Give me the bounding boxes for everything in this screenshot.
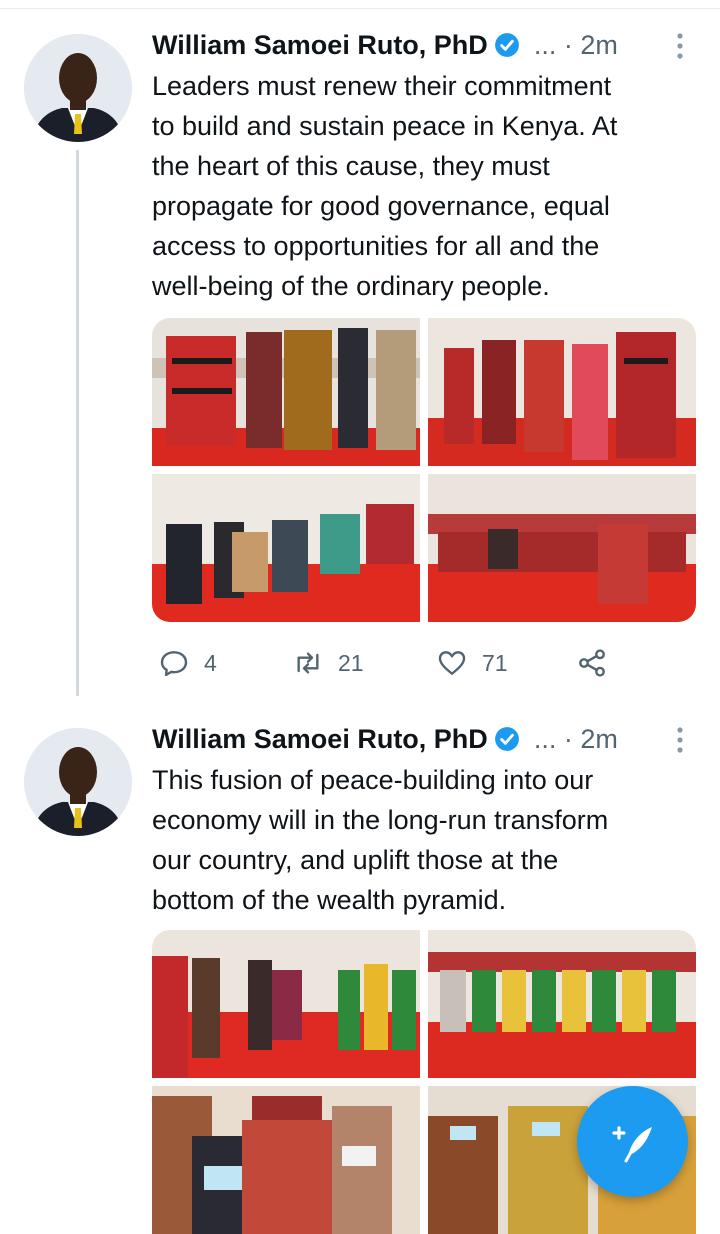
share-icon <box>579 649 605 677</box>
tweet-header: William Samoei Ruto, PhD ... · 2m <box>152 721 618 757</box>
media-photo[interactable] <box>428 930 696 1078</box>
verified-badge-icon <box>494 33 519 57</box>
reply-icon <box>160 651 188 677</box>
like-count: 71 <box>482 649 508 676</box>
media-photo[interactable] <box>428 474 696 622</box>
compose-feather-icon <box>611 1125 652 1162</box>
compose-tweet-button[interactable] <box>577 1086 688 1197</box>
share-button[interactable] <box>576 640 608 686</box>
tweet-actions: 4 21 71 <box>152 640 632 686</box>
media-photo[interactable] <box>152 930 420 1078</box>
author-avatar[interactable] <box>24 34 132 142</box>
tweet-text: This fusion of peace-building into our e… <box>152 765 609 915</box>
tweet-timestamp: 2m <box>580 723 618 754</box>
more-vertical-icon[interactable] <box>674 726 686 754</box>
more-vertical-icon[interactable] <box>674 32 686 60</box>
retweet-button[interactable]: 21 <box>292 640 364 686</box>
heart-icon <box>438 651 466 675</box>
retweet-icon <box>297 652 319 674</box>
author-name[interactable]: William Samoei Ruto, PhD <box>152 724 488 755</box>
reply-count: 4 <box>204 649 217 676</box>
top-divider <box>0 8 720 9</box>
tweet-meta: ... · 2m <box>533 723 618 754</box>
media-photo[interactable] <box>152 318 420 466</box>
tweet-text: Leaders must renew their commitment to b… <box>152 71 618 301</box>
tweet-timestamp: 2m <box>580 29 618 60</box>
like-button[interactable]: 71 <box>436 640 508 686</box>
author-name[interactable]: William Samoei Ruto, PhD <box>152 30 488 61</box>
retweet-count: 21 <box>338 649 364 676</box>
tweet-media-grid <box>152 318 696 622</box>
tweet-meta: ... · 2m <box>533 29 618 60</box>
thread-connector-line <box>76 150 79 696</box>
tweet-header: William Samoei Ruto, PhD ... · 2m <box>152 27 618 63</box>
media-photo[interactable] <box>428 318 696 466</box>
media-photo[interactable] <box>152 474 420 622</box>
verified-badge-icon <box>494 727 519 751</box>
author-avatar[interactable] <box>24 728 132 836</box>
reply-button[interactable]: 4 <box>158 640 217 686</box>
media-photo[interactable] <box>152 1086 420 1234</box>
